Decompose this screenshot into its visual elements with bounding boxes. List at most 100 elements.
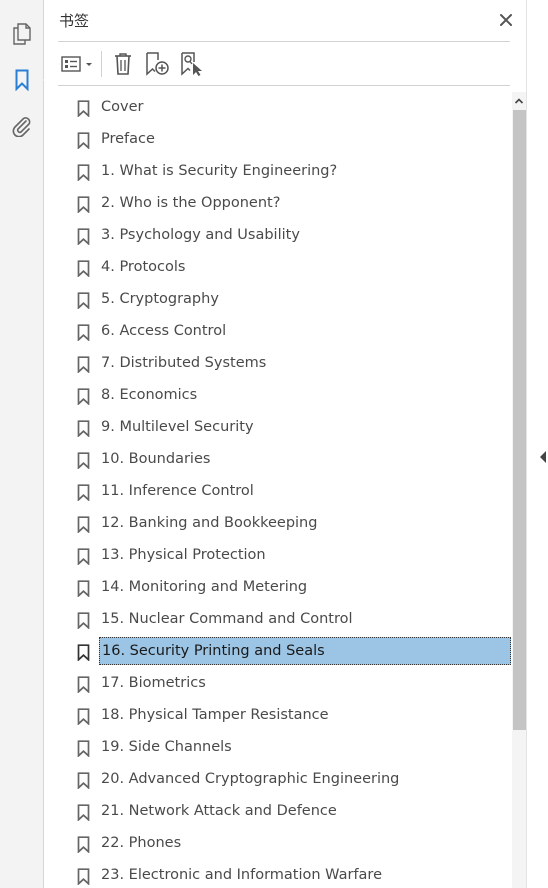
header-divider [58, 41, 510, 42]
bookmark-item[interactable]: 3. Psychology and Usability [44, 220, 512, 252]
options-list-icon [61, 56, 92, 72]
bookmark-icon [77, 868, 90, 885]
new-bookmark-icon [146, 52, 169, 76]
bookmark-item[interactable]: 22. Phones [44, 828, 512, 860]
bookmarks-navigation-pane: 书签 Cover Preface 1. What is Security Eng… [0, 0, 548, 888]
bookmark-label: 12. Banking and Bookkeeping [101, 515, 318, 531]
bookmark-icon [77, 676, 90, 693]
bookmark-label: 20. Advanced Cryptographic Engineering [101, 771, 400, 787]
bookmark-icon [77, 772, 90, 789]
bookmark-icon [77, 836, 90, 853]
bookmarks-panel-button[interactable] [0, 62, 50, 98]
scroll-up-button[interactable] [512, 92, 526, 110]
bookmark-item[interactable]: 19. Side Channels [44, 732, 512, 764]
toolbar-separator [101, 51, 102, 77]
bookmark-item[interactable]: 1. What is Security Engineering? [44, 156, 512, 188]
bookmark-label: 9. Multilevel Security [101, 419, 254, 435]
bookmark-label: 17. Biometrics [101, 675, 206, 691]
bookmark-label: 19. Side Channels [101, 739, 232, 755]
bookmark-item[interactable]: 11. Inference Control [44, 476, 512, 508]
bookmark-icon [77, 228, 90, 245]
bookmark-label: 16. Security Printing and Seals [99, 637, 511, 665]
bookmark-label: 3. Psychology and Usability [101, 227, 300, 243]
bookmark-icon [77, 644, 90, 661]
panel-header: 书签 [44, 0, 526, 40]
panel-title: 书签 [59, 12, 90, 30]
bookmark-icon [77, 388, 90, 405]
bookmark-icon [77, 708, 90, 725]
bookmark-icon [77, 516, 90, 533]
bookmark-icon [77, 548, 90, 565]
bookmark-icon [77, 580, 90, 597]
bookmark-item[interactable]: 23. Electronic and Information Warfare [44, 860, 512, 888]
bookmark-label: 18. Physical Tamper Resistance [101, 707, 329, 723]
bookmark-item[interactable]: 17. Biometrics [44, 668, 512, 700]
bookmark-item[interactable]: Cover [44, 92, 512, 124]
bookmark-item[interactable]: 7. Distributed Systems [44, 348, 512, 380]
caret-left-icon [540, 451, 546, 463]
bookmark-label: Cover [101, 99, 144, 115]
pages-thumbnails-button[interactable] [0, 16, 43, 52]
bookmark-label: 6. Access Control [101, 323, 227, 339]
bookmark-icon [77, 452, 90, 469]
bookmark-item[interactable]: 6. Access Control [44, 316, 512, 348]
bookmark-label: 2. Who is the Opponent? [101, 195, 281, 211]
bookmark-label: 7. Distributed Systems [101, 355, 267, 371]
bookmark-icon [77, 292, 90, 309]
bookmark-item[interactable]: 5. Cryptography [44, 284, 512, 316]
bookmark-icon [77, 100, 90, 117]
bookmark-item[interactable]: 16. Security Printing and Seals [44, 636, 512, 668]
bookmark-icon [77, 740, 90, 757]
bookmark-icon [77, 164, 90, 181]
attachments-panel-button[interactable] [0, 108, 43, 144]
new-bookmark-button[interactable] [143, 51, 171, 77]
bookmark-label: 22. Phones [101, 835, 182, 851]
bookmark-item[interactable]: Preface [44, 124, 512, 156]
bookmark-item[interactable]: 15. Nuclear Command and Control [44, 604, 512, 636]
options-menu-button[interactable] [58, 51, 96, 77]
collapse-pane-handle[interactable] [538, 448, 548, 466]
vertical-scrollbar[interactable] [512, 92, 526, 888]
delete-bookmark-button[interactable] [110, 51, 136, 77]
document-edge [526, 0, 548, 888]
bookmark-label: 10. Boundaries [101, 451, 211, 467]
bookmark-item[interactable]: 8. Economics [44, 380, 512, 412]
bookmark-item[interactable]: 9. Multilevel Security [44, 412, 512, 444]
bookmark-label: 4. Protocols [101, 259, 186, 275]
find-bookmark-icon [181, 52, 202, 76]
bookmark-icon [77, 612, 90, 629]
bookmark-label: 15. Nuclear Command and Control [101, 611, 353, 627]
bookmark-item[interactable]: 20. Advanced Cryptographic Engineering [44, 764, 512, 796]
bookmark-item[interactable]: 14. Monitoring and Metering [44, 572, 512, 604]
bookmark-icon [77, 420, 90, 437]
bookmark-item[interactable]: 18. Physical Tamper Resistance [44, 700, 512, 732]
close-icon [500, 14, 512, 26]
bookmark-item[interactable]: 12. Banking and Bookkeeping [44, 508, 512, 540]
bookmark-label: Preface [101, 131, 155, 147]
bookmarks-panel: 书签 Cover Preface 1. What is Security Eng… [44, 0, 526, 888]
bookmark-icon [77, 324, 90, 341]
attachment-icon [12, 117, 30, 137]
bookmark-label: 11. Inference Control [101, 483, 254, 499]
bookmark-label: 8. Economics [101, 387, 198, 403]
pages-icon [12, 23, 31, 45]
delete-icon [115, 53, 131, 75]
toolbar-divider [58, 85, 510, 86]
bookmark-label: 5. Cryptography [101, 291, 219, 307]
bookmark-item[interactable]: 13. Physical Protection [44, 540, 512, 572]
bookmarks-toolbar [44, 44, 526, 84]
bookmark-item[interactable]: 10. Boundaries [44, 444, 512, 476]
bookmark-label: 1. What is Security Engineering? [101, 163, 338, 179]
close-panel-button[interactable] [496, 10, 516, 30]
bookmark-icon [77, 196, 90, 213]
bookmark-list: Cover Preface 1. What is Security Engineer… [44, 92, 512, 888]
scroll-thumb[interactable] [513, 110, 526, 730]
bookmark-icon [77, 804, 90, 821]
bookmark-label: 23. Electronic and Information Warfare [101, 867, 382, 883]
bookmark-item[interactable]: 2. Who is the Opponent? [44, 188, 512, 220]
bookmark-item[interactable]: 4. Protocols [44, 252, 512, 284]
bookmark-icon [77, 260, 90, 277]
find-current-bookmark-button[interactable] [178, 51, 206, 77]
bookmark-icon [15, 69, 28, 91]
bookmark-item[interactable]: 21. Network Attack and Defence [44, 796, 512, 828]
